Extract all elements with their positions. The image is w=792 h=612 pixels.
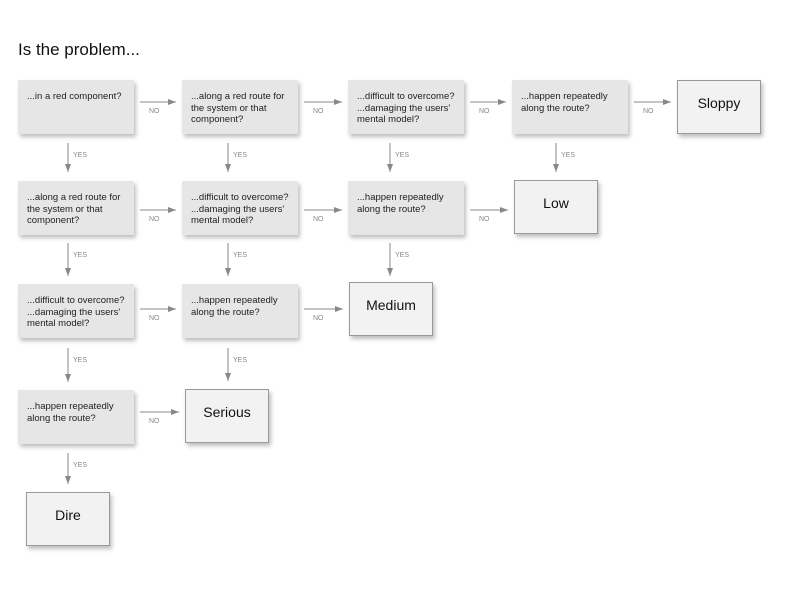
yes-label: YES (73, 357, 88, 364)
yes-label: YES (233, 357, 248, 364)
no-label: NO (313, 108, 324, 115)
outcome-serious: Serious (185, 389, 269, 443)
no-label: NO (149, 418, 160, 425)
question-box-q-r2c3: ...happen repeatedly along the route? (348, 181, 464, 235)
question-box-q-r3c2: ...happen repeatedly along the route? (182, 284, 298, 338)
question-box-q-r1c4: ...happen repeatedly along the route? (512, 80, 628, 134)
yes-label: YES (73, 462, 88, 469)
outcome-dire: Dire (26, 492, 110, 546)
yes-label: YES (73, 252, 88, 259)
question-box-q-r1c2: ...along a red route for the system or t… (182, 80, 298, 134)
flowchart: Is the problem... ...in a red component?… (0, 0, 792, 612)
question-box-q-r1c3: ...difficult to overcome? ...damaging th… (348, 80, 464, 134)
no-label: NO (479, 216, 490, 223)
outcome-low: Low (514, 180, 598, 234)
no-label: NO (149, 315, 160, 322)
no-label: NO (313, 216, 324, 223)
yes-label: YES (395, 252, 410, 259)
question-box-q-r3c1: ...difficult to overcome? ...damaging th… (18, 284, 134, 338)
question-box-q-r2c2: ...difficult to overcome? ...damaging th… (182, 181, 298, 235)
yes-label: YES (233, 152, 248, 159)
outcome-sloppy: Sloppy (677, 80, 761, 134)
no-label: NO (149, 108, 160, 115)
question-box-q-r4c1: ...happen repeatedly along the route? (18, 390, 134, 444)
yes-label: YES (233, 252, 248, 259)
yes-label: YES (73, 152, 88, 159)
no-label: NO (479, 108, 490, 115)
outcome-medium: Medium (349, 282, 433, 336)
question-box-q-r1c1: ...in a red component? (18, 80, 134, 134)
no-label: NO (149, 216, 160, 223)
question-box-q-r2c1: ...along a red route for the system or t… (18, 181, 134, 235)
yes-label: YES (561, 152, 576, 159)
yes-label: YES (395, 152, 410, 159)
no-label: NO (313, 315, 324, 322)
no-label: NO (643, 108, 654, 115)
